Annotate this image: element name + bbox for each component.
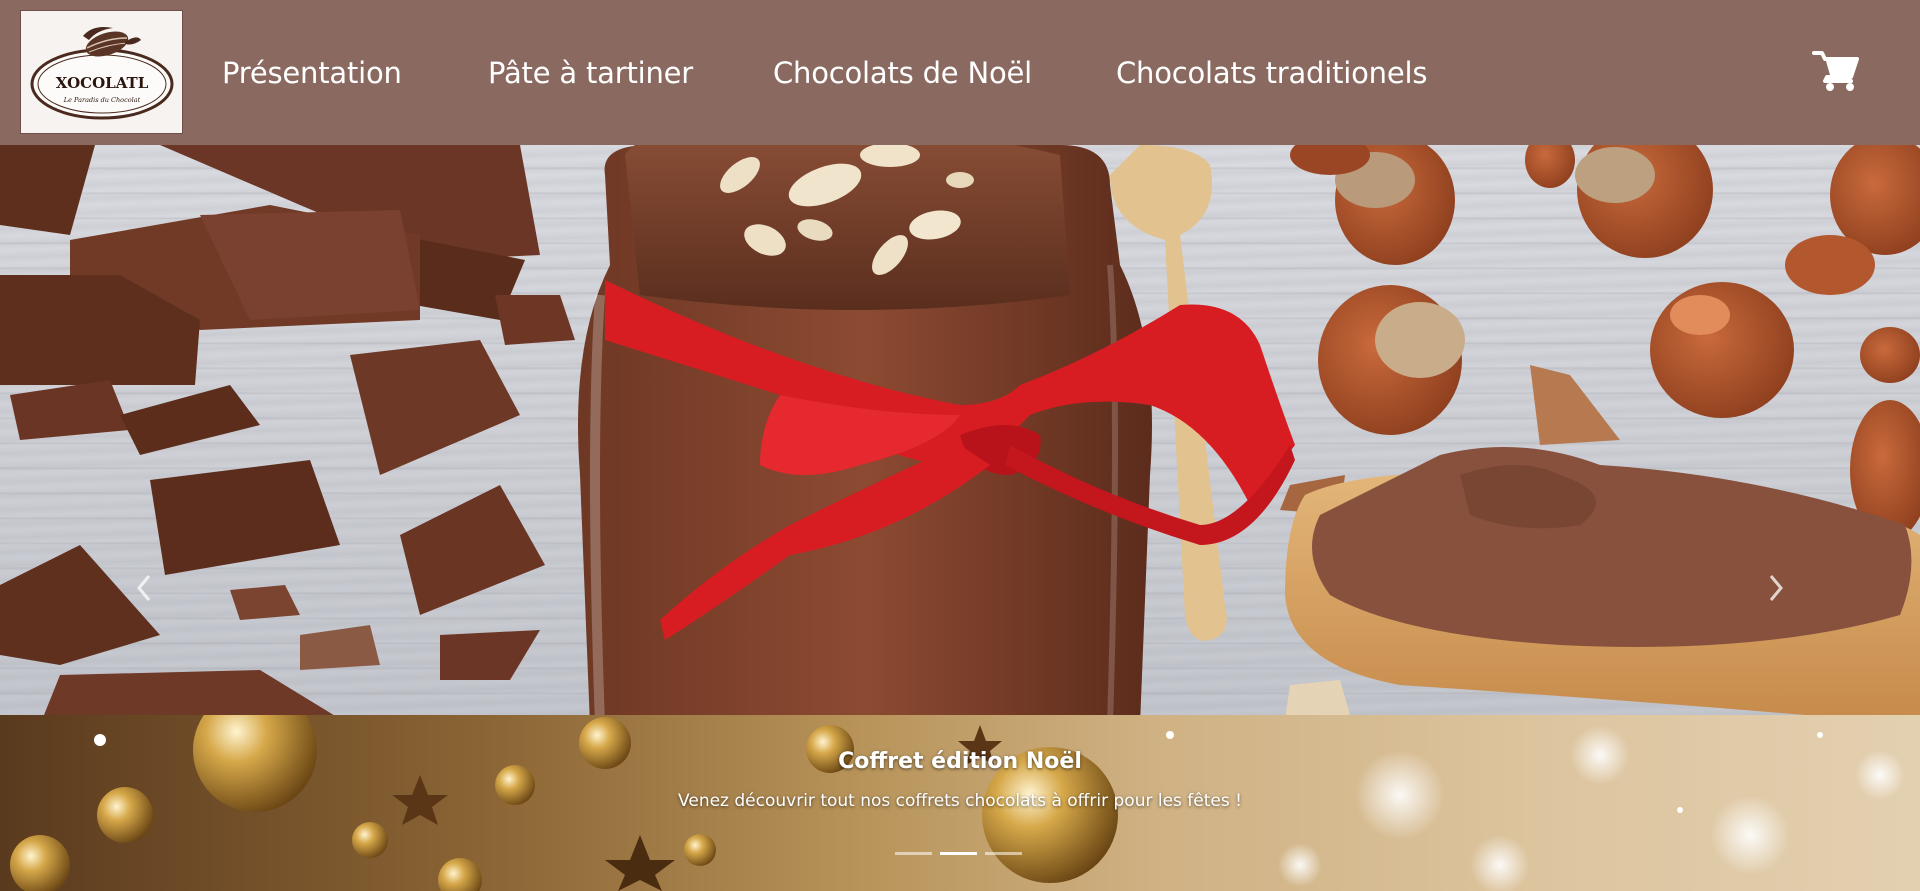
carousel-indicator-2[interactable] <box>940 852 977 855</box>
chocolate-jar <box>578 145 1295 725</box>
shopping-cart-button[interactable] <box>1812 49 1860 93</box>
chocolate-spread-photo <box>0 145 1920 725</box>
hero-carousel: Coffret édition Noël Venez découvrir tou… <box>0 145 1920 891</box>
carousel-indicator-3[interactable] <box>985 852 1022 855</box>
carousel-indicators <box>895 852 1022 855</box>
shopping-cart-icon <box>1812 51 1859 91</box>
svg-text:Le Paradis du Chocolat: Le Paradis du Chocolat <box>62 96 140 104</box>
carousel-next-button[interactable] <box>1756 563 1796 613</box>
nav-link-chocolats-traditionels[interactable]: Chocolats traditionels <box>1116 56 1427 90</box>
carousel-caption-text: Venez découvrir tout nos coffrets chocol… <box>678 791 1242 811</box>
carousel-prev-button[interactable] <box>124 563 164 613</box>
carousel-caption-title: Coffret édition Noël <box>838 749 1082 774</box>
main-navbar: XOCOLATL Le Paradis du Chocolat Présenta… <box>0 0 1920 145</box>
nav-link-chocolats-de-noel[interactable]: Chocolats de Noël <box>773 56 1032 90</box>
carousel-indicator-1[interactable] <box>895 852 932 855</box>
brand-logo[interactable]: XOCOLATL Le Paradis du Chocolat <box>20 10 183 134</box>
nav-link-pate-a-tartiner[interactable]: Pâte à tartiner <box>488 56 693 90</box>
xocolatl-logo-icon: XOCOLATL Le Paradis du Chocolat <box>30 27 173 120</box>
christmas-caption-band: Coffret édition Noël Venez découvrir tou… <box>0 715 1920 891</box>
chevron-right-icon <box>1769 575 1783 601</box>
svg-text:XOCOLATL: XOCOLATL <box>55 74 148 92</box>
nav-link-presentation[interactable]: Présentation <box>222 56 402 90</box>
chevron-left-icon <box>137 575 151 601</box>
carousel-slide: Coffret édition Noël Venez découvrir tou… <box>0 145 1920 891</box>
bread-slice-with-spread <box>1285 447 1920 725</box>
chocolate-pieces-left <box>0 145 575 725</box>
